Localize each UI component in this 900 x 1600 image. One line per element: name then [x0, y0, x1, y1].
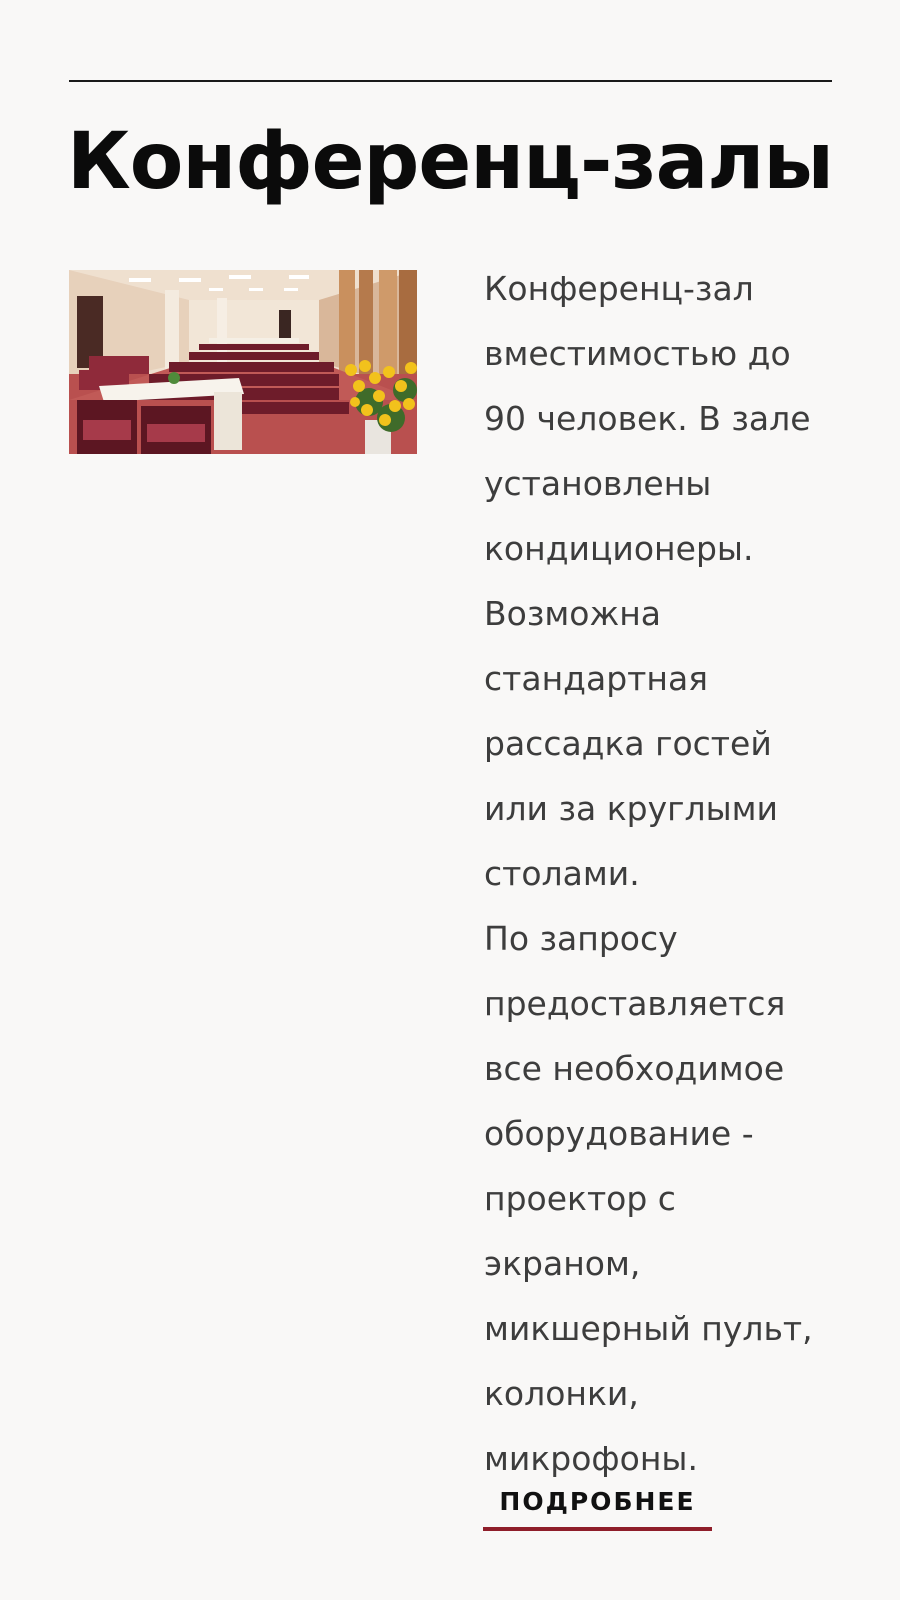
description: Конференц-зал вместимостью до 90 человек… [484, 256, 844, 1491]
description-line: оборудование - [484, 1114, 754, 1153]
description-paragraph-1: Конференц-зал вместимостью до 90 человек… [484, 256, 844, 906]
page: Конференц-залы Конференц-зал вместимость… [0, 0, 900, 1600]
description-line: проектор с [484, 1179, 676, 1218]
description-line: установлены [484, 464, 712, 503]
page-title: Конференц-залы [67, 117, 834, 207]
description-paragraph-2: По запросу предоставляется все необходим… [484, 906, 844, 1491]
description-line: все необходимое [484, 1049, 785, 1088]
description-line: рассадка гостей [484, 724, 772, 763]
description-line: колонки, [484, 1374, 639, 1413]
description-line: кондиционеры. [484, 529, 754, 568]
divider [69, 80, 832, 82]
description-line: вместимостью до [484, 334, 791, 373]
more-details-link[interactable]: ПОДРОБНЕЕ [483, 1484, 712, 1531]
description-line: 90 человек. В зале [484, 399, 811, 438]
conference-room-photo [69, 270, 417, 454]
description-line: экраном, [484, 1244, 641, 1283]
description-line: По запросу [484, 919, 678, 958]
description-line: столами. [484, 854, 640, 893]
description-line: или за круглыми [484, 789, 778, 828]
description-line: стандартная [484, 659, 709, 698]
description-line: предоставляется [484, 984, 786, 1023]
description-line: микрофоны. [484, 1439, 698, 1478]
description-line: микшерный пульт, [484, 1309, 813, 1348]
description-line: Конференц-зал [484, 269, 754, 308]
description-line: Возможна [484, 594, 661, 633]
